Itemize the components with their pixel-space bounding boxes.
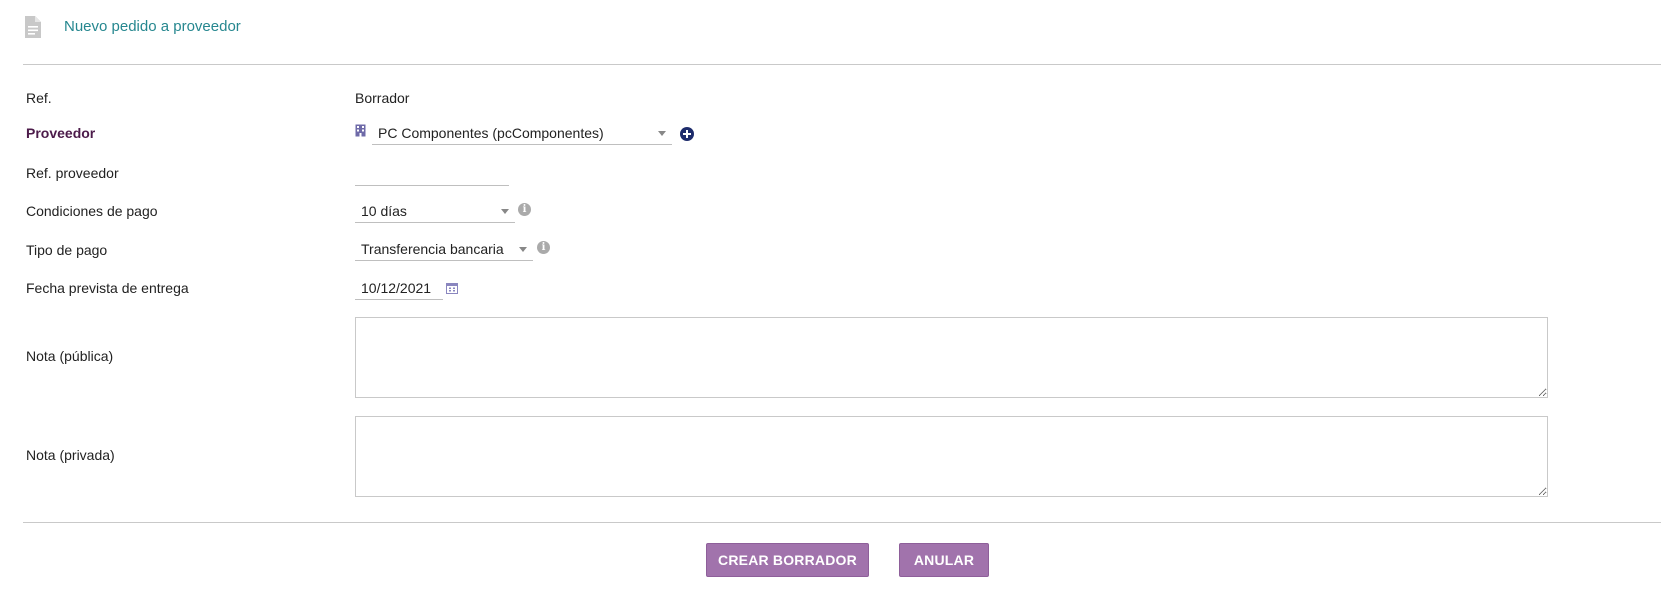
chevron-down-icon (519, 247, 527, 252)
footer-divider (23, 522, 1661, 523)
supplier-selected-value: PC Componentes (pcComponentes) (378, 124, 604, 141)
building-icon (355, 124, 366, 137)
header-divider (23, 64, 1661, 65)
document-icon (25, 16, 41, 38)
payment-terms-select[interactable]: 10 días (355, 199, 515, 223)
private-note-label: Nota (privada) (26, 447, 115, 463)
chevron-down-icon (501, 209, 509, 214)
public-note-label: Nota (pública) (26, 348, 114, 364)
supplier-ref-label: Ref. proveedor (26, 165, 119, 181)
payment-terms-label: Condiciones de pago (26, 203, 158, 219)
supplier-ref-input[interactable] (355, 162, 509, 186)
payment-terms-selected-value: 10 días (361, 202, 407, 219)
delivery-date-label: Fecha prevista de entrega (26, 280, 189, 296)
ref-label: Ref. (26, 90, 52, 106)
payment-type-selected-value: Transferencia bancaria (361, 240, 504, 257)
new-supplier-order-page: Nuevo pedido a proveedor Ref. Borrador P… (0, 0, 1661, 614)
create-draft-button[interactable]: CREAR BORRADOR (706, 543, 869, 577)
calendar-icon[interactable] (446, 283, 458, 294)
cancel-button[interactable]: ANULAR (899, 543, 989, 577)
delivery-date-input[interactable] (355, 276, 443, 300)
public-note-textarea[interactable] (355, 317, 1548, 398)
ref-value: Borrador (355, 90, 410, 106)
page-header: Nuevo pedido a proveedor (24, 14, 241, 40)
payment-type-label: Tipo de pago (26, 242, 108, 258)
info-icon[interactable]: i (518, 203, 531, 216)
supplier-label: Proveedor (26, 125, 96, 141)
info-icon[interactable]: i (537, 241, 550, 254)
supplier-select[interactable]: PC Componentes (pcComponentes) (372, 121, 672, 145)
plus-circle-icon[interactable] (680, 127, 694, 141)
private-note-textarea[interactable] (355, 416, 1548, 497)
page-title: Nuevo pedido a proveedor (64, 18, 241, 35)
payment-type-select[interactable]: Transferencia bancaria (355, 237, 533, 261)
chevron-down-icon (658, 131, 666, 136)
